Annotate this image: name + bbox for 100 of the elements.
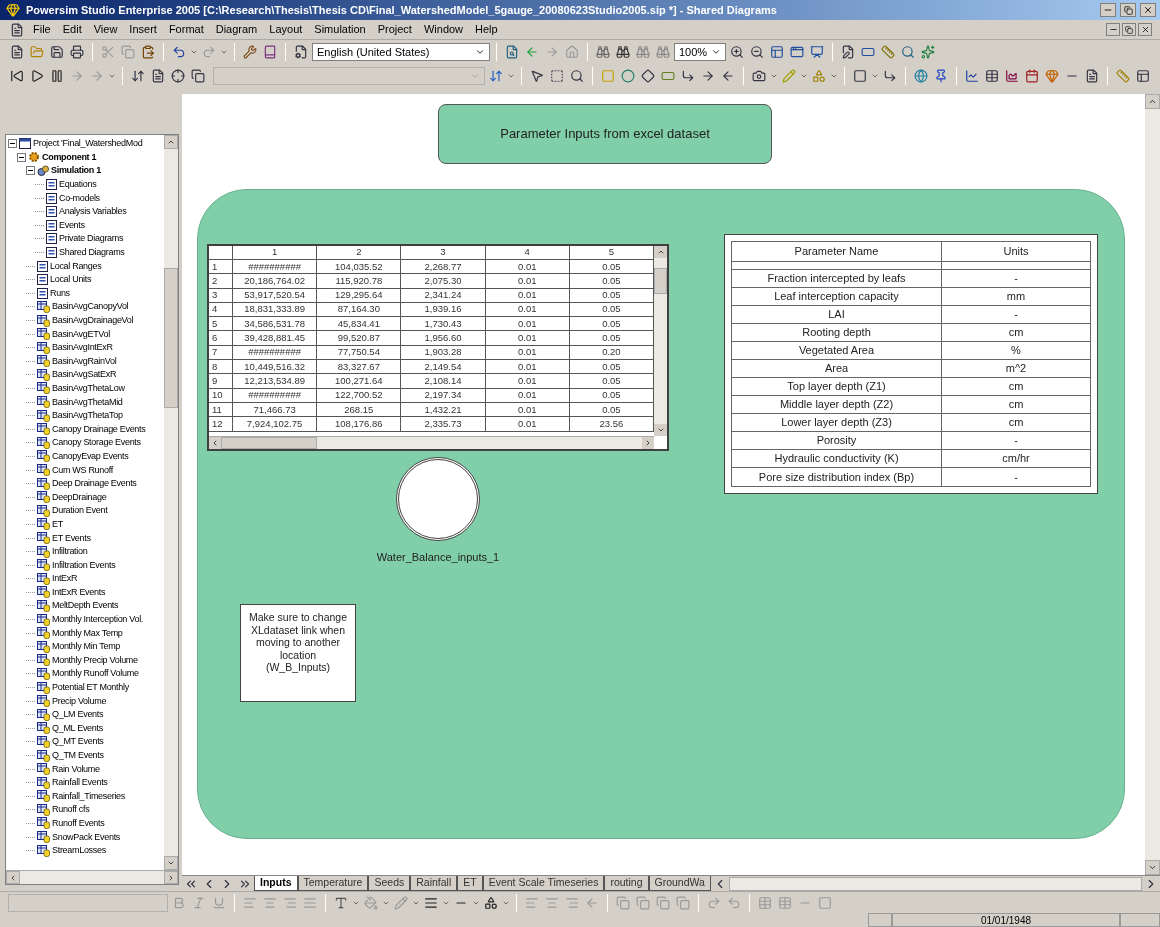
tree-item[interactable]: Runoff cfs — [52, 805, 90, 815]
tree-item[interactable]: BasinAvgThetaMid — [52, 397, 123, 407]
crosshair-icon[interactable] — [169, 67, 187, 85]
menu-item[interactable]: Layout — [264, 21, 308, 38]
tree-item[interactable]: BasinAvgIntExR — [52, 343, 113, 353]
binoculars-icon[interactable] — [614, 43, 632, 61]
vertical-scrollbar[interactable] — [164, 135, 178, 870]
magnifier-icon[interactable] — [899, 43, 917, 61]
presentation-icon[interactable] — [808, 43, 826, 61]
menu-item[interactable]: Window — [418, 21, 469, 38]
tree-item[interactable]: Runs — [50, 288, 70, 298]
app-icon[interactable] — [4, 1, 22, 19]
tree-item[interactable]: Runoff Events — [52, 819, 105, 828]
tree-item[interactable]: Analysis Variables — [59, 207, 127, 217]
row-header[interactable]: 4 — [209, 302, 233, 317]
collapse-box-icon[interactable] — [8, 139, 17, 149]
tree-item[interactable]: Monthly Max Temp — [52, 628, 123, 638]
collapse-box-icon[interactable] — [26, 166, 35, 176]
tree-item[interactable]: Duration Event — [52, 506, 108, 516]
tree-item[interactable]: BasinAvgThetaTop — [52, 411, 123, 421]
menu-item[interactable]: View — [88, 21, 123, 38]
selection-icon[interactable] — [548, 67, 566, 85]
restore-button[interactable] — [1120, 3, 1136, 17]
tree-item[interactable]: Monthly Min Temp — [52, 642, 121, 652]
line-chart-icon[interactable] — [963, 67, 981, 85]
ruler-icon[interactable] — [879, 43, 897, 61]
sheet-tab[interactable]: GroundWa — [648, 876, 711, 891]
close-button[interactable] — [1138, 23, 1152, 36]
vertical-scrollbar[interactable] — [1145, 94, 1160, 875]
column-header[interactable]: 2 — [317, 246, 402, 259]
zoom-dropdown[interactable]: 100% — [674, 43, 726, 61]
sheet-tab[interactable]: Temperature — [297, 876, 369, 891]
tree-item[interactable]: Local Ranges — [50, 261, 102, 271]
binoculars-icon[interactable] — [594, 43, 612, 61]
tree-item[interactable]: Potential ET Monthly — [52, 683, 129, 693]
tree-item[interactable]: Equations — [59, 180, 97, 190]
restore-button[interactable] — [1122, 23, 1136, 36]
row-header[interactable]: 2 — [209, 274, 233, 288]
tree-item[interactable]: Co-models — [59, 193, 100, 203]
collapse-box-icon[interactable] — [17, 152, 26, 162]
tree-item[interactable]: Q_MT Events — [52, 737, 104, 747]
sparkles-icon[interactable] — [919, 43, 937, 61]
menu-item[interactable]: Format — [163, 21, 209, 38]
horizontal-scrollbar[interactable] — [6, 870, 178, 884]
scroll-thumb[interactable] — [654, 268, 667, 294]
row-header[interactable]: 7 — [209, 345, 233, 360]
tree-item[interactable]: Rainfall Events — [52, 778, 108, 788]
tree-item[interactable]: BasinAvgRainVol — [52, 356, 117, 366]
save-icon[interactable] — [48, 43, 66, 61]
fill-color-icon[interactable] — [362, 893, 380, 912]
tree-item[interactable]: MeltDepth Events — [52, 601, 119, 611]
sheet-tab[interactable]: routing — [604, 876, 649, 891]
tree-item[interactable]: Monthly Runoff Volume — [52, 669, 139, 679]
tree-item[interactable]: BasinAvgDrainageVol — [52, 316, 134, 325]
circle-icon[interactable] — [619, 67, 637, 85]
tree-item[interactable]: Q_ML Events — [52, 723, 103, 733]
tree-item[interactable]: Precip Volume — [52, 696, 107, 706]
magnifier-icon[interactable] — [568, 67, 586, 85]
area-chart-icon[interactable] — [1003, 67, 1021, 85]
tree-item[interactable]: Monthly Precip Volume — [52, 655, 138, 665]
tree-item[interactable]: Q_TM Events — [52, 751, 104, 760]
scroll-thumb[interactable] — [221, 437, 317, 449]
tree-item[interactable]: BasinAvgThetaLow — [52, 384, 125, 393]
minimize-button[interactable] — [1106, 23, 1120, 36]
row-header[interactable]: 5 — [209, 317, 233, 331]
tree-item[interactable]: Monthly Interception Vol. — [52, 615, 144, 625]
menu-item[interactable]: Simulation — [309, 21, 371, 38]
row-header[interactable]: 12 — [209, 417, 233, 431]
calendar-icon[interactable] — [1023, 67, 1041, 85]
zoom-out-icon[interactable] — [748, 43, 766, 61]
tree-item[interactable]: CanopyEvap Events — [52, 451, 129, 461]
tree-item[interactable]: Infiltration — [52, 547, 88, 557]
tree-item[interactable]: Events — [59, 220, 85, 230]
menu-item[interactable]: Help — [470, 21, 503, 38]
tree-item[interactable]: BasinAvgETVol — [52, 329, 110, 339]
close-button[interactable] — [1140, 3, 1156, 17]
font-combo-field[interactable] — [8, 893, 168, 912]
gem-icon[interactable] — [1043, 67, 1061, 85]
row-header[interactable]: 1 — [209, 260, 233, 274]
window-icon[interactable] — [768, 43, 786, 61]
tree-item[interactable]: Local Units — [50, 275, 92, 285]
tree-item[interactable]: Infiltration Events — [52, 560, 116, 570]
scroll-thumb[interactable] — [164, 267, 178, 408]
sheet-tab[interactable]: ET — [457, 876, 483, 891]
tree-item[interactable]: Simulation 1 — [51, 166, 101, 176]
tree-item[interactable]: Rain Volume — [52, 764, 100, 774]
tree-item[interactable]: Project 'Final_WatershedMod — [33, 139, 143, 149]
tree-item[interactable]: IntExR Events — [52, 587, 106, 597]
row-header[interactable]: 3 — [209, 288, 233, 302]
globe-icon[interactable] — [912, 67, 930, 85]
sheet-tab[interactable]: Seeds — [368, 876, 411, 891]
tree-item[interactable]: IntExR — [52, 574, 78, 584]
sheet-tab[interactable]: Inputs — [254, 876, 298, 891]
language-dropdown[interactable]: English (United States) — [312, 43, 490, 61]
tree-item[interactable]: Component 1 — [42, 152, 97, 162]
zoom-in-icon[interactable] — [728, 43, 746, 61]
row-header[interactable]: 6 — [209, 331, 233, 345]
menu-item[interactable]: Insert — [124, 21, 162, 38]
horizontal-scrollbar[interactable] — [209, 436, 654, 449]
tree-item[interactable]: Rainfall_Timeseries — [52, 791, 125, 801]
